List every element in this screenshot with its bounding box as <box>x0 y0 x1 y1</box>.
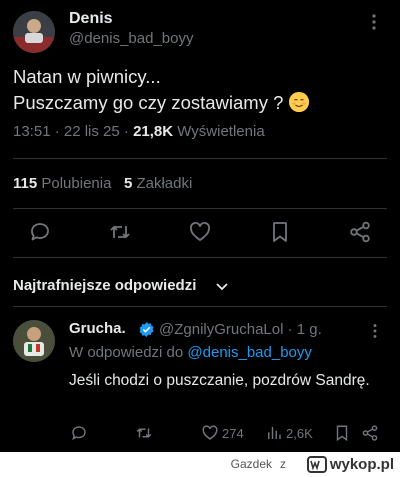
likes-count[interactable]: 115 <box>13 175 37 192</box>
tweet-text-line2: Puszczamy go czy zostawiamy ? <box>13 92 284 113</box>
reply-to-line: W odpowiedzi do @denis_bad_boyy <box>69 344 312 361</box>
reply-bookmark-button[interactable] <box>333 423 354 443</box>
like-icon <box>202 425 218 440</box>
bookmark-icon[interactable] <box>268 220 292 244</box>
reply-action-bar: 274 2,6K <box>0 423 400 443</box>
tweet-text-line1: Natan w piwnicy... <box>13 66 161 87</box>
reply-icon <box>72 426 86 441</box>
likes-label[interactable]: Polubienia <box>41 175 111 192</box>
tweet-text-line2-wrap: Puszczamy go czy zostawiamy ? <box>13 90 388 116</box>
smiling-face-emoji-icon <box>288 92 309 112</box>
chevron-down-icon[interactable] <box>213 277 231 295</box>
tweet-time[interactable]: 13:51 · 22 lis 25 · <box>13 123 133 140</box>
author-handle[interactable]: @denis_bad_boyy <box>69 30 193 47</box>
reply-icon[interactable] <box>28 220 52 244</box>
divider <box>13 158 387 159</box>
tweet-action-bar <box>0 220 400 244</box>
author-name[interactable]: Denis <box>69 10 113 28</box>
footer-username[interactable]: Gazdek <box>231 457 272 471</box>
tweet-stats: 115 Polubienia 5 Zakładki <box>13 175 192 192</box>
share-icon <box>362 425 378 441</box>
tweet-text: Natan w piwnicy... Puszczamy go czy zost… <box>13 64 388 116</box>
retweet-icon[interactable] <box>108 220 132 244</box>
reply-views-button[interactable]: 2,6K <box>265 423 313 443</box>
bookmark-icon <box>336 425 348 442</box>
wykop-site-name: wykop.pl <box>329 456 394 473</box>
divider <box>13 306 387 307</box>
bookmarks-count[interactable]: 5 <box>124 175 132 192</box>
views-count: 21,8K <box>133 123 174 140</box>
like-icon[interactable] <box>188 220 212 244</box>
share-icon[interactable] <box>348 220 372 244</box>
bookmarks-label[interactable]: Zakładki <box>136 175 192 192</box>
reply-views-count: 2,6K <box>286 425 313 441</box>
footer-connector: z <box>280 457 286 471</box>
replies-section-title[interactable]: Najtrafniejsze odpowiedzi <box>13 277 196 294</box>
wykop-footer: Gazdek z wykop.pl <box>0 452 400 477</box>
views-label: Wyświetlenia <box>173 123 265 140</box>
reply-text: Jeśli chodzi o puszczanie, pozdrów Sandr… <box>69 372 370 389</box>
retweet-icon <box>136 428 152 438</box>
reply-retweet-button[interactable] <box>135 423 156 443</box>
reply-likes-count: 274 <box>222 425 244 441</box>
reply-share-button[interactable] <box>361 423 382 443</box>
divider <box>13 208 387 209</box>
tweet-meta: 13:51 · 22 lis 25 · 21,8K Wyświetlenia <box>13 123 265 140</box>
reply-author-name[interactable]: Grucha. <box>69 320 126 337</box>
verified-badge-icon <box>139 322 154 337</box>
reply-author-handle[interactable]: @ZgnilyGruchaLol · 1 g. <box>159 321 322 338</box>
reply-author-avatar[interactable] <box>13 320 55 362</box>
views-chart-icon <box>268 427 281 439</box>
more-options-icon[interactable] <box>364 12 384 32</box>
reply-to-handle-link[interactable]: @denis_bad_boyy <box>187 344 311 361</box>
tweet-screenshot: Denis @denis_bad_boyy Natan w piwnicy...… <box>0 0 400 452</box>
reply-more-options-icon[interactable] <box>366 322 384 340</box>
reply-to-prefix: W odpowiedzi do <box>69 344 188 361</box>
reply-like-button[interactable]: 274 <box>201 423 244 443</box>
author-avatar[interactable] <box>13 11 55 53</box>
divider <box>13 257 387 258</box>
wykop-logo-icon <box>306 456 327 473</box>
wykop-logo[interactable]: wykop.pl <box>306 455 394 474</box>
reply-reply-button[interactable] <box>70 423 91 443</box>
